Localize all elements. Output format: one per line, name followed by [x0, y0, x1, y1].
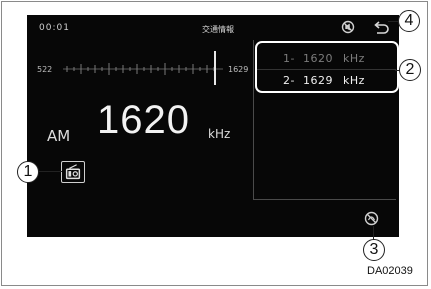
traffic-info-icon[interactable]: [364, 211, 379, 226]
callout-3: 3: [363, 239, 385, 261]
back-arrow-icon[interactable]: [372, 20, 390, 36]
preset-number: 2-: [283, 74, 295, 87]
preset-unit: kHz: [343, 74, 365, 87]
callout-4: 4: [398, 10, 420, 32]
callout-1: 1: [17, 161, 39, 183]
radio-screen: 00:01 交通情報 522 1629 AM 1620 kHz 1- 1620 …: [27, 15, 399, 237]
preset-number: 1-: [283, 52, 295, 65]
clock: 00:01: [39, 23, 70, 33]
preset-frequency: 1629: [303, 74, 333, 87]
scale-min-label: 522: [37, 65, 53, 74]
callout-3-leader: [373, 226, 374, 240]
radio-source-button[interactable]: [61, 161, 85, 183]
preset-frequency: 1620: [303, 52, 333, 65]
preset-item-2[interactable]: 2- 1629 kHz: [283, 74, 365, 87]
preset-item-1[interactable]: 1- 1620 kHz: [283, 52, 365, 65]
current-frequency: 1620: [97, 98, 190, 142]
frequency-unit: kHz: [208, 127, 231, 141]
callout-1-leader: [38, 171, 62, 172]
preset-unit: kHz: [343, 52, 365, 65]
frequency-scale[interactable]: [63, 55, 223, 83]
tuning-needle[interactable]: [214, 51, 216, 85]
scale-max-label: 1629: [228, 65, 249, 74]
screen-title: 交通情報: [202, 25, 234, 34]
band-label: AM: [47, 127, 71, 145]
figure-code: DA02039: [367, 265, 413, 277]
callout-2: 2: [399, 59, 421, 81]
radio-icon: [65, 164, 81, 180]
mute-icon[interactable]: [341, 20, 355, 34]
